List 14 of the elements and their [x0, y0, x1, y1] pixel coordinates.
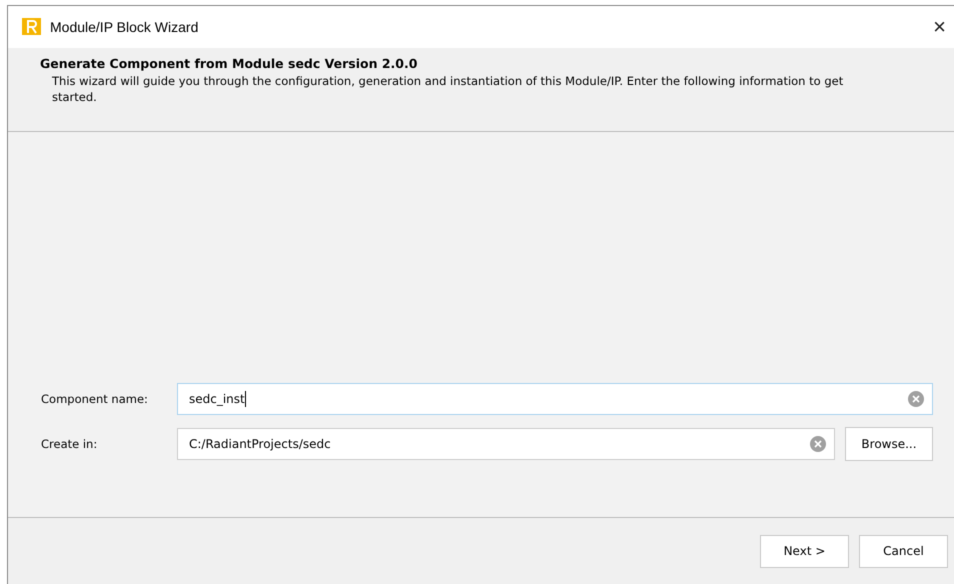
clear-icon[interactable] — [810, 436, 826, 452]
header-description: This wizard will guide you through the configuration, generation and instantiation of this Module/IP. Enter the following information to get started. — [51, 73, 844, 105]
input-field[interactable]: C:/RadiantProjects/sedc — [177, 428, 835, 460]
app-logo-icon — [22, 18, 42, 36]
clear-icon[interactable] — [908, 391, 924, 407]
input-field[interactable]: sedc_inst — [177, 383, 933, 415]
browse-button[interactable]: Browse... — [845, 427, 933, 461]
close-button[interactable]: × — [929, 14, 950, 40]
header-title: Generate Component from Module sedc Version 2.0.0 — [40, 56, 418, 71]
field-label: Create in: — [41, 437, 98, 451]
window-title: Module/IP Block Wizard — [50, 19, 198, 35]
cancel-button[interactable]: Cancel — [859, 534, 948, 568]
next-button[interactable]: Next > — [760, 534, 849, 568]
field-label: Component name: — [41, 392, 149, 406]
